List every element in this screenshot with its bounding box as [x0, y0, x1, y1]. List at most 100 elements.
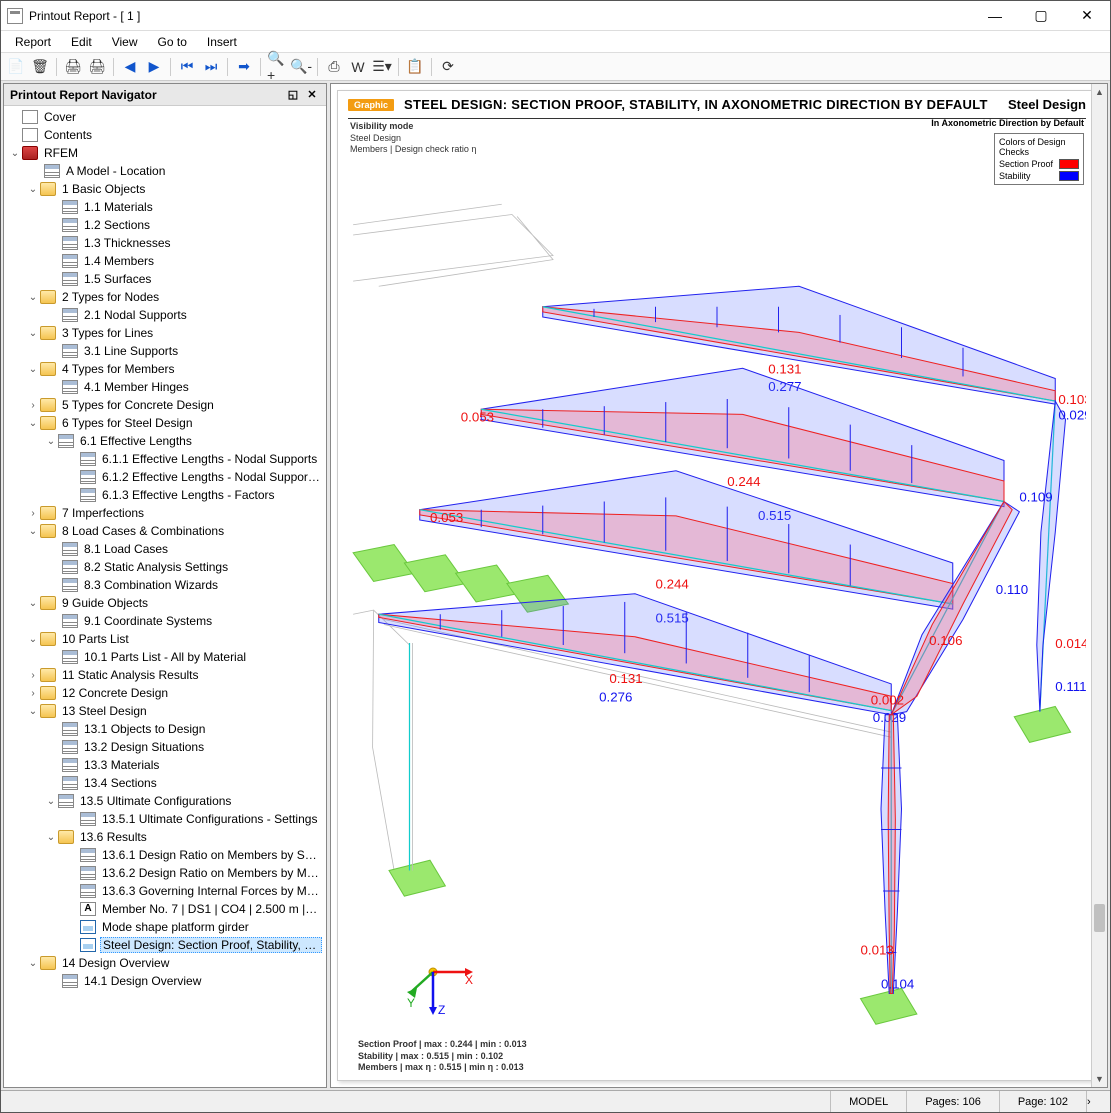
tree-8-2[interactable]: 8.2 Static Analysis Settings [4, 558, 326, 576]
tree-imperfections[interactable]: ›7 Imperfections [4, 504, 326, 522]
tree-cover[interactable]: Cover [4, 108, 326, 126]
scroll-thumb[interactable] [1094, 904, 1105, 932]
close-panel-icon[interactable]: ✕ [304, 87, 320, 103]
tree-13-6[interactable]: ⌄13.6 Results [4, 828, 326, 846]
tree-contents[interactable]: Contents [4, 126, 326, 144]
menu-view[interactable]: View [102, 33, 148, 51]
tree-13-4[interactable]: 13.4 Sections [4, 774, 326, 792]
report-preview: Graphic STEEL DESIGN: SECTION PROOF, STA… [330, 83, 1108, 1088]
tree-8-3[interactable]: 8.3 Combination Wizards [4, 576, 326, 594]
tree-basic-objects[interactable]: ⌄1 Basic Objects [4, 180, 326, 198]
clipboard-icon[interactable]: 📋 [404, 56, 426, 78]
tree-1-1[interactable]: 1.1 Materials [4, 198, 326, 216]
menu-edit[interactable]: Edit [61, 33, 102, 51]
tree-1-5[interactable]: 1.5 Surfaces [4, 270, 326, 288]
menu-report[interactable]: Report [5, 33, 61, 51]
tree-13-2[interactable]: 13.2 Design Situations [4, 738, 326, 756]
scroll-up-icon[interactable]: ▲ [1092, 84, 1107, 100]
tree-8-1[interactable]: 8.1 Load Cases [4, 540, 326, 558]
tree-13-6-1[interactable]: 13.6.1 Design Ratio on Members by Sectio… [4, 846, 326, 864]
settings-dropdown-icon[interactable]: ☰▾ [371, 56, 393, 78]
report-page: Graphic STEEL DESIGN: SECTION PROOF, STA… [337, 90, 1097, 1081]
tree-types-members[interactable]: ⌄4 Types for Members [4, 360, 326, 378]
next-icon[interactable]: ▶ [143, 56, 165, 78]
tree-rfem[interactable]: ⌄RFEM [4, 144, 326, 162]
first-icon[interactable]: ⏮ [176, 56, 198, 78]
tree-mode-shape[interactable]: Mode shape platform girder [4, 918, 326, 936]
tree-types-lines[interactable]: ⌄3 Types for Lines [4, 324, 326, 342]
model-diagram: 0.131 0.277 0.244 0.515 [348, 153, 1086, 1045]
tree-6-1-2[interactable]: 6.1.2 Effective Lengths - Nodal Supports… [4, 468, 326, 486]
tree-10-1[interactable]: 10.1 Parts List - All by Material [4, 648, 326, 666]
tree-9-1[interactable]: 9.1 Coordinate Systems [4, 612, 326, 630]
scroll-down-icon[interactable]: ▼ [1092, 1071, 1107, 1087]
svg-text:X: X [465, 973, 473, 987]
tree-types-nodes[interactable]: ⌄2 Types for Nodes [4, 288, 326, 306]
tree-1-4[interactable]: 1.4 Members [4, 252, 326, 270]
tree-steel-design[interactable]: ⌄13 Steel Design [4, 702, 326, 720]
navigator-title: Printout Report Navigator [10, 88, 157, 102]
svg-text:0.111: 0.111 [1055, 679, 1086, 694]
delete-icon[interactable]: 🗑 [29, 56, 51, 78]
tree-concrete-design[interactable]: ›12 Concrete Design [4, 684, 326, 702]
zoom-out-icon[interactable]: 🔍- [290, 56, 312, 78]
status-scroll-right-icon[interactable]: › [1086, 1091, 1110, 1112]
tree-parts[interactable]: ⌄10 Parts List [4, 630, 326, 648]
beam-3: 0.244 0.515 [420, 471, 953, 626]
tree-types-concrete[interactable]: ›5 Types for Concrete Design [4, 396, 326, 414]
tree-design-overview[interactable]: ⌄14 Design Overview [4, 954, 326, 972]
tree-14-1[interactable]: 14.1 Design Overview [4, 972, 326, 990]
tree-1-2[interactable]: 1.2 Sections [4, 216, 326, 234]
tree-13-3[interactable]: 13.3 Materials [4, 756, 326, 774]
tree-steel-design-graphic[interactable]: Steel Design: Section Proof, Stability, … [4, 936, 326, 954]
page-title-right: Steel Design [1008, 97, 1086, 112]
tree-static-results[interactable]: ›11 Static Analysis Results [4, 666, 326, 684]
undock-icon[interactable]: ◱ [285, 87, 301, 103]
axis-widget: X Y Z [403, 952, 473, 1022]
menu-goto[interactable]: Go to [148, 33, 197, 51]
svg-text:0.014: 0.014 [1055, 636, 1086, 651]
tree-2-1[interactable]: 2.1 Nodal Supports [4, 306, 326, 324]
tree-6-1[interactable]: ⌄6.1 Effective Lengths [4, 432, 326, 450]
app-icon [7, 8, 23, 24]
svg-text:0.109: 0.109 [1019, 490, 1052, 505]
tree-1-3[interactable]: 1.3 Thicknesses [4, 234, 326, 252]
export-pdf-icon[interactable]: ⎙ [323, 56, 345, 78]
menubar: Report Edit View Go to Insert [1, 31, 1110, 53]
tree-a-model[interactable]: A Model - Location [4, 162, 326, 180]
page-footer-notes: Section Proof | max : 0.244 | min : 0.01… [358, 1039, 527, 1074]
new-report-icon[interactable]: 📄 [5, 56, 27, 78]
tree-guide[interactable]: ⌄9 Guide Objects [4, 594, 326, 612]
status-pages: Pages: 106 [906, 1091, 999, 1112]
page-body: Visibility mode Steel Design Members | D… [348, 118, 1086, 1080]
refresh-icon[interactable]: ⟳ [437, 56, 459, 78]
tree-member-7[interactable]: Member No. 7 | DS1 | CO4 | 2.500 m | ST2… [4, 900, 326, 918]
menu-insert[interactable]: Insert [197, 33, 247, 51]
last-icon[interactable]: ⏭ [200, 56, 222, 78]
navigator-tree[interactable]: Cover Contents ⌄RFEM A Model - Location … [4, 106, 326, 1087]
tree-6-1-1[interactable]: 6.1.1 Effective Lengths - Nodal Supports [4, 450, 326, 468]
minimize-button[interactable]: — [972, 1, 1018, 31]
column-front: 0.013 0.104 [861, 715, 915, 994]
tree-13-1[interactable]: 13.1 Objects to Design [4, 720, 326, 738]
jump-icon[interactable]: ➡ [233, 56, 255, 78]
tree-types-steel[interactable]: ⌄6 Types for Steel Design [4, 414, 326, 432]
tree-6-1-3[interactable]: 6.1.3 Effective Lengths - Factors [4, 486, 326, 504]
tree-3-1[interactable]: 3.1 Line Supports [4, 342, 326, 360]
export-word-icon[interactable]: W [347, 56, 369, 78]
close-button[interactable]: ✕ [1064, 1, 1110, 31]
navigator-header: Printout Report Navigator ◱ ✕ [4, 84, 326, 106]
zoom-in-icon[interactable]: 🔍+ [266, 56, 288, 78]
tree-13-6-2[interactable]: 13.6.2 Design Ratio on Members by Member [4, 864, 326, 882]
tree-13-5[interactable]: ⌄13.5 Ultimate Configurations [4, 792, 326, 810]
print-all-icon[interactable]: 🖨 [86, 56, 108, 78]
tree-load-comb[interactable]: ⌄8 Load Cases & Combinations [4, 522, 326, 540]
prev-icon[interactable]: ◀ [119, 56, 141, 78]
print-icon[interactable]: 🖨 [62, 56, 84, 78]
page-header: Graphic STEEL DESIGN: SECTION PROOF, STA… [338, 91, 1096, 118]
tree-4-1[interactable]: 4.1 Member Hinges [4, 378, 326, 396]
tree-13-6-3[interactable]: 13.6.3 Governing Internal Forces by Memb… [4, 882, 326, 900]
vertical-scrollbar[interactable]: ▲ ▼ [1091, 84, 1107, 1087]
tree-13-5-1[interactable]: 13.5.1 Ultimate Configurations - Setting… [4, 810, 326, 828]
maximize-button[interactable]: ▢ [1018, 1, 1064, 31]
